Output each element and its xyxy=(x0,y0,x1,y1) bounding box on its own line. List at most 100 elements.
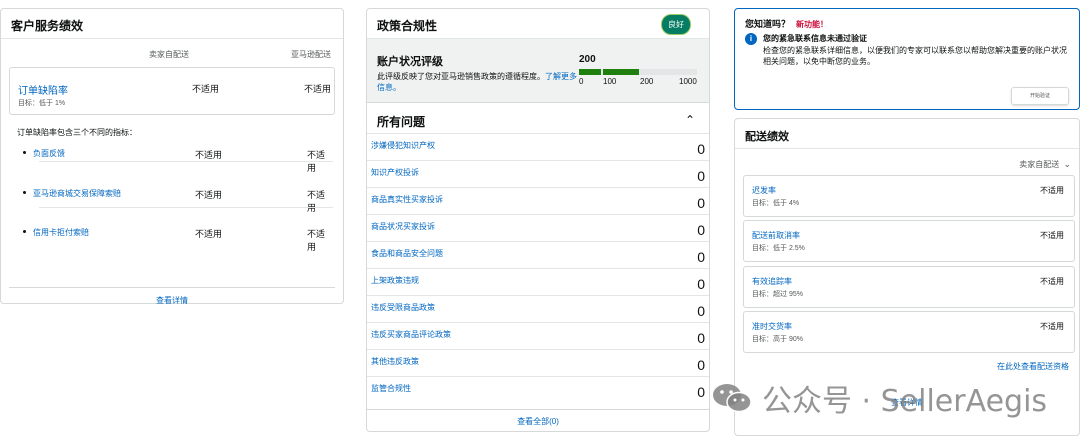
issue-row[interactable]: 食品和商品安全问题 0 xyxy=(367,241,709,268)
view-details-link[interactable]: 查看详情 xyxy=(1,287,343,306)
ahr-score: 200 xyxy=(579,54,596,65)
shipping-metric-target: 目标：高于 90% xyxy=(752,336,803,343)
shipping-metric-label[interactable]: 准时交货率 xyxy=(752,321,792,332)
wechat-logo xyxy=(713,384,752,413)
view-all-link[interactable]: 查看全部(0) xyxy=(367,409,709,431)
issue-row[interactable]: 违反买家商品评论政策 0 xyxy=(367,322,709,349)
status-badge: 良好 xyxy=(661,14,691,35)
info-icon: i xyxy=(745,33,757,45)
ahr-description: 此评级反映了您对亚马逊销售政策的遵循程度。了解更多信息。 xyxy=(377,71,577,93)
metric-amazon-value: 不适用 xyxy=(307,190,326,213)
issue-label[interactable]: 食品和商品安全问题 xyxy=(371,248,443,259)
odr-intro: 订单缺陷率包含三个不同的指标： xyxy=(17,128,137,137)
issue-label[interactable]: 其他违反政策 xyxy=(371,356,419,367)
issue-count: 0 xyxy=(697,276,705,292)
shipping-metric-target: 目标：超过 95% xyxy=(752,291,803,298)
ahr-tick: 1000 xyxy=(679,77,697,86)
divider xyxy=(39,161,333,162)
metric-label[interactable]: 负面反馈 xyxy=(33,148,65,159)
shipping-metric-value: 不适用 xyxy=(1040,322,1064,331)
metric-seller-value: 不适用 xyxy=(195,190,223,200)
policy-title: 政策合规性 xyxy=(377,19,438,33)
issue-label[interactable]: 上架政策违规 xyxy=(371,275,419,286)
shipping-metric-card[interactable]: 准时交货率目标：高于 90% 不适用 xyxy=(743,311,1075,353)
issue-row[interactable]: 商品真实性买家投诉 0 xyxy=(367,187,709,214)
start-verification-button[interactable]: 开始验证 xyxy=(1011,87,1069,105)
issue-count: 0 xyxy=(697,222,705,238)
issue-count: 0 xyxy=(697,168,705,184)
bullet xyxy=(23,151,26,154)
odr-link[interactable]: 订单缺陷率 xyxy=(18,82,68,97)
shipping-metric-card[interactable]: 有效追踪率目标：超过 95% 不适用 xyxy=(743,266,1075,308)
issue-row[interactable]: 知识产权投诉 0 xyxy=(367,160,709,187)
customer-service-title: 客户服务绩效 xyxy=(1,9,343,39)
issue-row[interactable]: 上架政策违规 0 xyxy=(367,268,709,295)
issue-count: 0 xyxy=(697,330,705,346)
metric-seller-value: 不适用 xyxy=(195,229,223,239)
ahr-bar-segment-2 xyxy=(603,69,639,75)
account-health-rating: 账户状况评级 此评级反映了您对亚马逊销售政策的遵循程度。了解更多信息。 200 … xyxy=(367,39,709,103)
bullet xyxy=(23,230,26,233)
metric-seller-value: 不适用 xyxy=(195,150,223,160)
issue-label[interactable]: 商品真实性买家投诉 xyxy=(371,194,443,205)
did-you-know-title: 您知道吗？ 新功能！ xyxy=(745,17,828,30)
chevron-down-icon: ⌄ xyxy=(1063,159,1071,169)
shipping-metric-label[interactable]: 迟发率 xyxy=(752,185,776,196)
emergency-contact-desc: 检查您的紧急联系详细信息，以便我们的专家可以联系您以帮助您解决重要的账户状况相关… xyxy=(763,46,1067,66)
fulfillment-dropdown[interactable]: 卖家自配送 ⌄ xyxy=(1019,159,1071,170)
emergency-contact-headline: 您的紧急联系信息未通过验证 xyxy=(763,34,867,43)
shipping-title: 配送绩效 xyxy=(735,119,1079,149)
issue-row[interactable]: 其他违反政策 0 xyxy=(367,349,709,376)
shipping-metric-value: 不适用 xyxy=(1040,186,1064,195)
watermark: 公众号 · SellerAegis xyxy=(712,376,1047,420)
eligibility-link[interactable]: 在此处查看配送资格 xyxy=(997,361,1069,372)
odr-amazon-value: 不适用 xyxy=(304,84,332,94)
issue-count: 0 xyxy=(697,141,705,157)
shipping-metric-label[interactable]: 有效追踪率 xyxy=(752,276,792,287)
issue-row[interactable]: 监管合规性 0 xyxy=(367,376,709,403)
issue-row[interactable]: 商品状况买家投诉 0 xyxy=(367,214,709,241)
metric-label[interactable]: 亚马逊商城交易保障索赔 xyxy=(33,188,121,199)
metric-row-negative-feedback: 负面反馈 不适用 不适用 xyxy=(21,148,333,173)
ahr-tick: 200 xyxy=(640,77,654,86)
shipping-metric-target: 目标：低于 2.5% xyxy=(752,245,805,252)
shipping-metric-target: 目标：低于 4% xyxy=(752,200,800,207)
shipping-metric-value: 不适用 xyxy=(1040,277,1064,286)
ahr-bar-segment-1 xyxy=(579,69,601,75)
shipping-metric-card[interactable]: 配送前取消率目标：低于 2.5% 不适用 xyxy=(743,220,1075,262)
ahr-tick: 0 xyxy=(579,77,584,86)
issue-label[interactable]: 监管合规性 xyxy=(371,383,411,394)
metric-amazon-value: 不适用 xyxy=(307,229,326,252)
watermark-text: 公众号 · SellerAegis xyxy=(762,384,1048,419)
metric-row-chargeback: 信用卡拒付索赔 不适用 不适用 xyxy=(21,227,333,252)
odr-card[interactable]: 订单缺陷率 目标：低于 1% 不适用 不适用 xyxy=(9,67,335,115)
col-seller-fulfilled: 卖家自配送 xyxy=(149,50,189,59)
issue-row[interactable]: 涉嫌侵犯知识产权 0 xyxy=(367,133,709,160)
all-issues-title: 所有问题 xyxy=(377,115,426,129)
issue-count: 0 xyxy=(697,384,705,400)
issue-label[interactable]: 违反买家商品评论政策 xyxy=(371,329,451,340)
odr-seller-value: 不适用 xyxy=(192,84,220,94)
shipping-metric-value: 不适用 xyxy=(1040,231,1064,240)
issue-count: 0 xyxy=(697,303,705,319)
metric-label[interactable]: 信用卡拒付索赔 xyxy=(33,227,89,238)
issue-label[interactable]: 商品状况买家投诉 xyxy=(371,221,435,232)
policy-compliance-panel: 政策合规性 良好 账户状况评级 此评级反映了您对亚马逊销售政策的遵循程度。了解更… xyxy=(366,8,710,432)
issue-row[interactable]: 违反受限商品政策 0 xyxy=(367,295,709,322)
bullet xyxy=(23,191,26,194)
issue-count: 0 xyxy=(697,195,705,211)
all-issues-header[interactable]: 所有问题 ⌃ xyxy=(367,105,709,133)
divider xyxy=(39,207,333,208)
odr-target: 目标：低于 1% xyxy=(18,100,66,107)
shipping-metric-card[interactable]: 迟发率目标：低于 4% 不适用 xyxy=(743,175,1075,217)
metric-row-a-to-z: 亚马逊商城交易保障索赔 不适用 不适用 xyxy=(21,188,333,213)
issue-label[interactable]: 涉嫌侵犯知识产权 xyxy=(371,140,435,151)
customer-service-panel: 客户服务绩效 卖家自配送 亚马逊配送 订单缺陷率 目标：低于 1% 不适用 不适… xyxy=(0,8,344,306)
issue-label[interactable]: 违反受限商品政策 xyxy=(371,302,435,313)
chevron-up-icon[interactable]: ⌃ xyxy=(685,113,695,127)
shipping-metric-label[interactable]: 配送前取消率 xyxy=(752,230,800,241)
ahr-bar xyxy=(579,69,697,75)
ahr-desc-text: 此评级反映了您对亚马逊销售政策的遵循程度。 xyxy=(377,72,545,81)
issue-label[interactable]: 知识产权投诉 xyxy=(371,167,419,178)
ahr-title: 账户状况评级 xyxy=(377,56,443,68)
